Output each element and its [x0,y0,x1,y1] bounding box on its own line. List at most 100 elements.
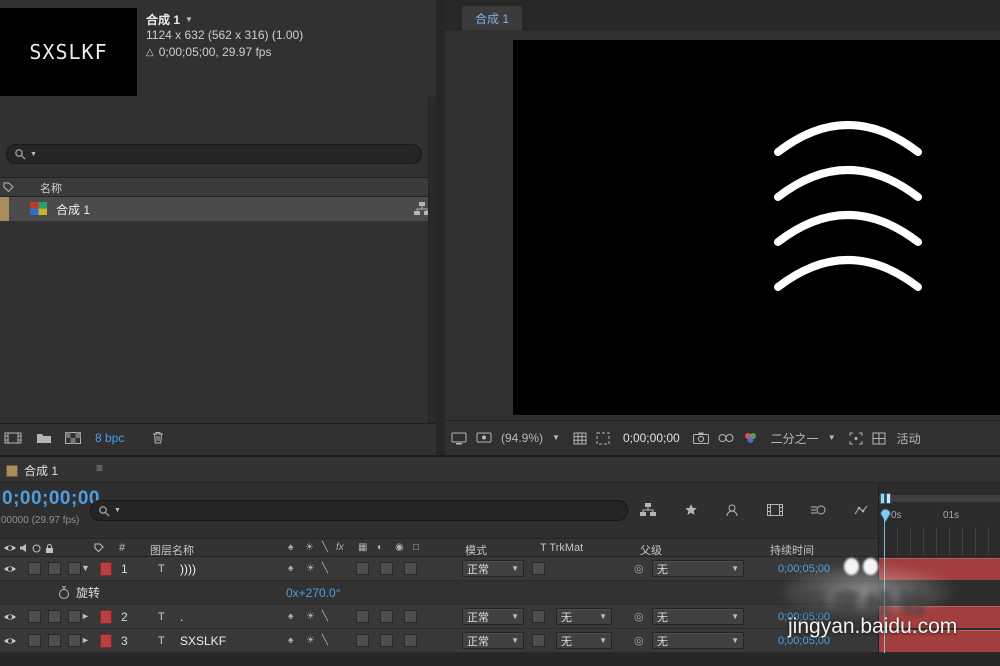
mode-column-header[interactable]: 模式 [465,542,487,558]
preserve-transparency-toggle[interactable] [532,562,545,575]
switch-box[interactable] [380,634,393,647]
lock-toggle[interactable] [68,610,81,623]
duration-column-header[interactable]: 持续时间 [770,542,814,558]
row-quality-icon[interactable]: ╲ [322,605,328,628]
search-caret-icon[interactable]: ▼ [30,151,37,158]
playhead-pin-icon[interactable] [879,505,892,523]
target-region-icon[interactable] [849,432,863,445]
motion-blur-icon[interactable] [810,504,826,516]
switch-box[interactable] [404,610,417,623]
property-value[interactable]: 0x+270.0° [286,581,341,604]
blend-mode-select[interactable]: 正常 ▼ [462,632,524,649]
search-caret-icon[interactable]: ▼ [114,507,121,514]
switch-box[interactable] [356,634,369,647]
quality-switch-icon[interactable]: ╲ [322,542,328,553]
blend-mode-select[interactable]: 正常 ▼ [462,608,524,625]
composition-stage[interactable] [513,40,1000,415]
layer-row-3[interactable]: ► 3 T SXSLKF ♠ ☀ ╲ 正常 ▼ 无 ▼ ◎ 无 ▼ 0;00;0… [0,629,878,653]
zoom-caret-icon[interactable]: ▼ [552,434,560,442]
bpc-button[interactable]: 8 bpc [95,431,124,445]
zoom-level[interactable]: (94.9%) [501,431,543,445]
adjustment-switch-icon[interactable]: ◉ [395,542,404,553]
row-collapse-icon[interactable]: ☀ [306,605,315,628]
layer-3-duration-bar[interactable] [879,630,1000,652]
expand-caret-icon[interactable]: ▼ [81,557,90,580]
layer-row-2[interactable]: ► 2 T . ♠ ☀ ╲ 正常 ▼ 无 ▼ ◎ 无 ▼ 0;00;05;00 [0,605,878,629]
expand-caret-icon[interactable]: ► [81,605,90,628]
property-row-rotation[interactable]: 旋转 0x+270.0° [0,581,878,605]
switch-box[interactable] [380,610,393,623]
comp-info-caret-icon[interactable]: ▼ [185,15,193,24]
blend-mode-select[interactable]: 正常 ▼ [462,560,524,577]
solo-toggle[interactable] [48,610,61,623]
layer-2-duration-bar[interactable] [879,606,1000,628]
layer-row-1[interactable]: ▼ 1 T )))) ♠ ☀ ╲ 正常 ▼ ◎ 无 ▼ 0;00;05;00 [0,557,878,581]
work-area-start-handle[interactable] [880,493,885,504]
switch-box[interactable] [356,610,369,623]
row-collapse-icon[interactable]: ☀ [306,629,315,652]
switch-box[interactable] [404,562,417,575]
snapshot-camera-icon[interactable] [692,432,709,444]
timeline-tab-label[interactable]: 合成 1 [24,462,58,479]
pixel-aspect-icon[interactable] [872,432,886,445]
active-camera-select[interactable]: 活动 [897,430,921,447]
parent-column-header[interactable]: 父级 [640,542,662,558]
panel-options-icon[interactable] [3,182,14,193]
new-folder-icon[interactable] [36,432,52,444]
layer-name[interactable]: . [180,605,183,628]
layer-name[interactable]: SXSLKF [180,629,226,652]
new-composition-icon[interactable] [65,431,81,444]
region-of-interest-icon[interactable] [596,432,610,445]
parent-select[interactable]: 无 ▼ [652,608,744,625]
trkmat-select[interactable]: 无 ▼ [556,608,612,625]
lock-toggle[interactable] [68,562,81,575]
interpret-footage-icon[interactable] [4,432,22,444]
draft-3d-icon[interactable] [684,503,698,517]
panel-menu-icon[interactable]: ≡ [96,461,103,475]
resolution-select[interactable]: 二分之一 [771,430,819,447]
project-search-input[interactable]: ▼ [6,144,422,164]
layer-name[interactable]: )))) [180,557,196,580]
shy-layers-icon[interactable] [725,504,739,517]
eye-icon[interactable] [3,629,17,652]
switch-box[interactable] [356,562,369,575]
motion-blur-switch-icon[interactable]: ◐ [377,542,383,553]
trash-icon[interactable] [152,431,164,444]
switch-box[interactable] [404,634,417,647]
expand-caret-icon[interactable]: ► [81,629,90,652]
work-area-start-handle2[interactable] [886,493,891,504]
audio-toggle[interactable] [28,610,41,623]
project-item-row[interactable]: 合成 1 [0,197,436,221]
row-shy-icon[interactable]: ♠ [288,557,293,580]
current-timecode[interactable]: 0;00;00;00 [2,488,100,510]
audio-toggle[interactable] [28,562,41,575]
tab-composition[interactable]: 合成 1 [462,6,523,30]
row-shy-icon[interactable]: ♠ [288,605,293,628]
primary-viewer-icon[interactable] [476,432,492,445]
row-quality-icon[interactable]: ╲ [322,557,328,580]
label-color-swatch[interactable] [100,610,112,624]
row-collapse-icon[interactable]: ☀ [306,557,315,580]
comp-info-name[interactable]: 合成 1 [146,11,180,28]
collapse-switch-icon[interactable]: ☀ [305,542,314,553]
layer-duration[interactable]: 0;00;05;00 [778,629,830,652]
graph-editor-icon[interactable] [854,504,868,516]
parent-select[interactable]: 无 ▼ [652,632,744,649]
name-column-header[interactable]: 名称 [40,180,62,196]
grid-guides-icon[interactable] [573,432,587,445]
fx-switch-icon[interactable]: fx [336,542,344,553]
layer-duration[interactable]: 0;00;05;00 [778,605,830,628]
timeline-search-input[interactable]: ▼ [90,500,628,521]
shy-switch-icon[interactable]: ♠ [288,542,293,553]
time-ruler[interactable]: 0s 01s [879,483,1000,557]
label-color-swatch[interactable] [100,562,112,576]
layer-name-column-header[interactable]: 图层名称 [150,542,194,558]
preserve-transparency-toggle[interactable] [532,634,545,647]
viewer-timecode[interactable]: 0;00;00;00 [623,431,680,445]
comp-flowchart-icon[interactable] [640,503,656,517]
panel-divider[interactable] [436,0,445,455]
frame-blend-icon[interactable] [766,504,783,516]
label-color-swatch[interactable] [100,634,112,648]
always-preview-icon[interactable] [451,432,467,445]
solo-toggle[interactable] [48,562,61,575]
